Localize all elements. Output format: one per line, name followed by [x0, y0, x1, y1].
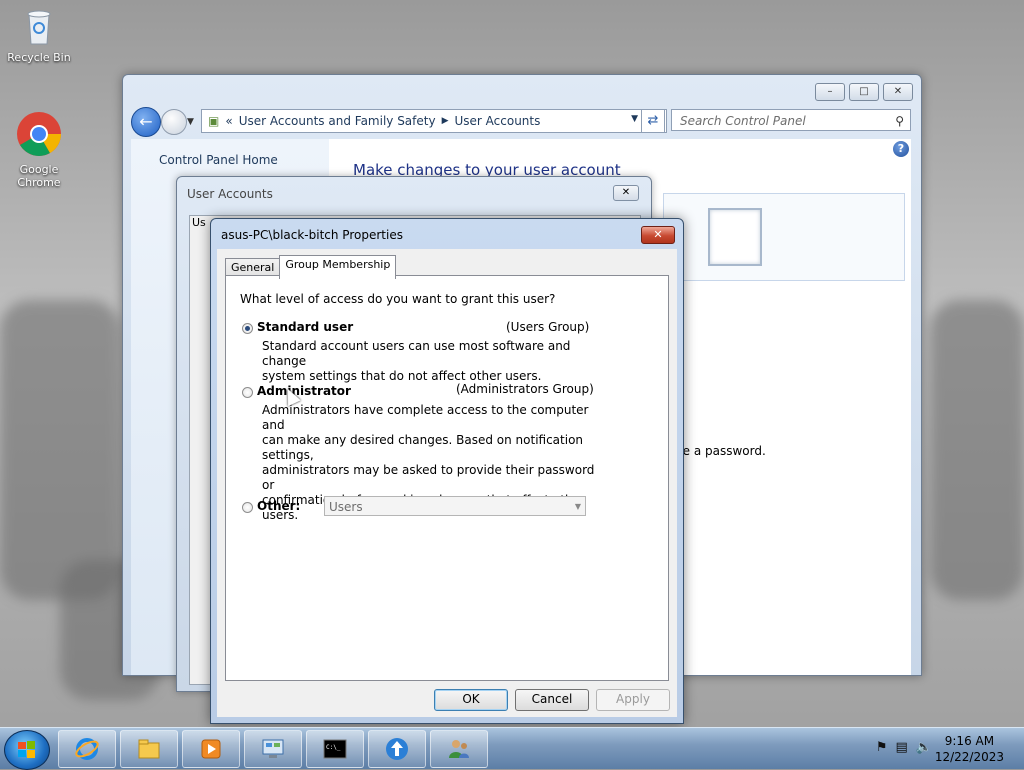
change-password-text[interactable]: ge a password. — [675, 444, 766, 458]
search-placeholder: Search Control Panel — [680, 114, 806, 128]
close-button[interactable]: ✕ — [883, 83, 913, 101]
ok-button[interactable]: OK — [434, 689, 508, 711]
standard-user-label[interactable]: Standard user — [257, 320, 353, 334]
svg-text:C:\_: C:\_ — [326, 744, 341, 751]
maximize-button[interactable]: □ — [849, 83, 879, 101]
description-line: administrators may be asked to provide t… — [262, 463, 595, 492]
windows-logo-icon — [18, 741, 35, 758]
search-icon[interactable]: ⚲ — [895, 110, 904, 132]
other-group-select[interactable]: Users ▼ — [324, 496, 586, 516]
access-question: What level of access do you want to gran… — [240, 292, 556, 306]
control-panel-home-link[interactable]: Control Panel Home — [159, 153, 278, 167]
clock-time: 9:16 AM — [944, 734, 995, 748]
administrator-radio[interactable] — [242, 387, 253, 398]
folder-icon: ▣ — [208, 114, 220, 128]
network-icon[interactable]: ▤ — [896, 740, 908, 755]
taskbar-user-accounts[interactable] — [430, 730, 488, 768]
clock[interactable]: 9:16 AM 12/22/2023 — [935, 733, 1004, 765]
desktop-icon-recycle-bin[interactable]: Recycle Bin — [4, 6, 74, 64]
system-tray: ⚑ ▤ 🔈 — [876, 740, 932, 755]
administrator-group: (Administrators Group) — [456, 382, 594, 396]
breadcrumb-user-accounts-family-safety[interactable]: User Accounts and Family Safety — [239, 114, 436, 128]
close-button[interactable]: ✕ — [613, 185, 639, 201]
clock-date: 12/22/2023 — [934, 750, 1004, 764]
account-picture-panel — [663, 193, 905, 281]
standard-user-radio[interactable] — [242, 323, 253, 334]
start-button[interactable] — [4, 730, 50, 770]
control-panel-icon — [262, 739, 284, 758]
other-group-value: Users — [329, 500, 363, 514]
address-bar[interactable]: ▣ « User Accounts and Family Safety ▶ Us… — [201, 109, 667, 133]
help-icon[interactable]: ? — [893, 141, 909, 157]
chevron-down-icon: ▼ — [574, 502, 581, 511]
apply-button[interactable]: Apply — [596, 689, 670, 711]
administrator-label[interactable]: Administrator — [257, 384, 351, 398]
breadcrumb-overflow[interactable]: « — [225, 114, 232, 128]
taskbar: C:\_ ⚑ ▤ 🔈 9:16 AM 12/22/2023 — [0, 727, 1024, 770]
desktop-icon-label: Recycle Bin — [7, 51, 71, 64]
description-line: Administrators have complete access to t… — [262, 403, 589, 432]
other-radio[interactable] — [242, 502, 253, 513]
breadcrumb-separator-icon[interactable]: ▶ — [442, 116, 449, 126]
taskbar-control-panel[interactable] — [244, 730, 302, 768]
search-input[interactable]: Search Control Panel ⚲ — [671, 109, 911, 131]
other-label[interactable]: Other: — [257, 499, 300, 513]
recycle-bin-icon — [27, 10, 51, 45]
dialog-title: asus-PC\black-bitch Properties — [221, 228, 403, 242]
cmd-icon: C:\_ — [323, 739, 347, 759]
desktop-icon-chrome[interactable]: Google Chrome — [4, 110, 74, 189]
taskbar-command-prompt[interactable]: C:\_ — [306, 730, 364, 768]
description-line: can make any desired changes. Based on n… — [262, 433, 584, 462]
dialog-title: User Accounts — [187, 187, 273, 201]
account-picture[interactable] — [708, 208, 762, 266]
desktop-icon-label: Google Chrome — [17, 163, 61, 189]
taskbar-explorer[interactable] — [120, 730, 178, 768]
dialog-client: General Group Membership What level of a… — [217, 249, 677, 717]
taskbar-internet-explorer[interactable] — [58, 730, 116, 768]
explorer-icon — [138, 739, 160, 759]
back-button[interactable]: ← — [131, 107, 161, 137]
cancel-button[interactable]: Cancel — [515, 689, 589, 711]
volume-muted-icon[interactable]: 🔈 — [916, 740, 932, 755]
internet-explorer-icon — [75, 738, 99, 760]
standard-user-group: (Users Group) — [506, 320, 590, 334]
media-player-icon — [201, 739, 221, 759]
address-dropdown-icon[interactable]: ▼ — [631, 114, 638, 124]
window-controls: – □ ✕ — [815, 83, 913, 101]
standard-user-description: Standard account users can use most soft… — [262, 339, 602, 384]
minimize-button[interactable]: – — [815, 83, 845, 101]
description-line: Standard account users can use most soft… — [262, 339, 571, 368]
chrome-icon — [17, 112, 61, 156]
action-center-flag-icon[interactable]: ⚑ — [876, 740, 888, 755]
update-icon — [386, 738, 408, 760]
taskbar-windows-update[interactable] — [368, 730, 426, 768]
breadcrumb-user-accounts[interactable]: User Accounts — [455, 114, 541, 128]
forward-button[interactable] — [161, 109, 187, 135]
taskbar-media-player[interactable] — [182, 730, 240, 768]
tab-users[interactable]: Us — [192, 216, 206, 229]
user-properties-dialog: asus-PC\black-bitch Properties ✕ General… — [210, 218, 684, 724]
group-membership-panel: What level of access do you want to gran… — [225, 275, 669, 681]
refresh-button[interactable]: ⇄ — [641, 109, 665, 133]
tab-group-membership[interactable]: Group Membership — [279, 255, 397, 279]
close-button[interactable]: ✕ — [641, 226, 675, 244]
user-accounts-icon — [449, 740, 469, 758]
recent-pages-dropdown[interactable]: ▼ — [187, 117, 194, 127]
